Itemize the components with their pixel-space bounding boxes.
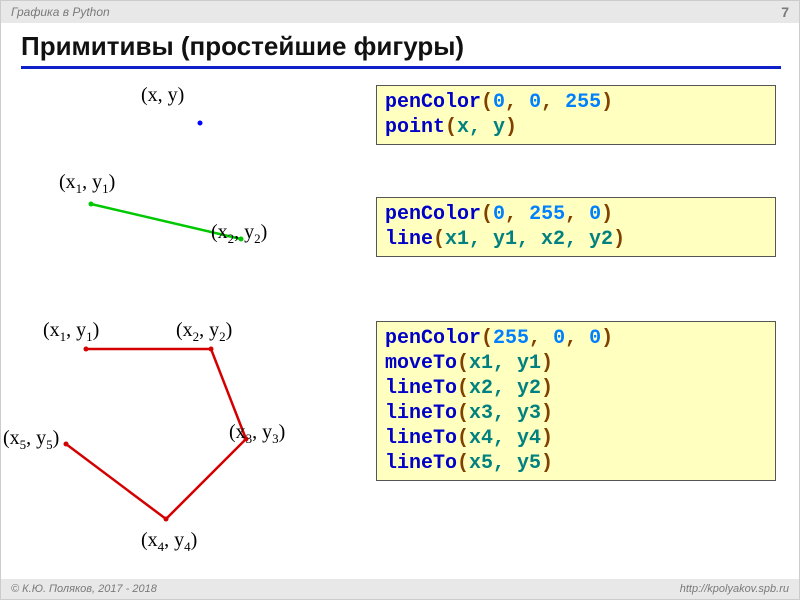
figures-panel: (x, y) (x1, y1) (x2, y2) (x1, y1) (x2, y…	[1, 79, 361, 579]
footer-url: http://kpolyakov.spb.ru	[680, 583, 789, 595]
copyright: © К.Ю. Поляков, 2017 - 2018	[11, 583, 157, 595]
code-fn: line	[385, 228, 433, 251]
code-fn: point	[385, 116, 445, 139]
code-fn: penColor	[385, 203, 481, 226]
label-poly-p4: (x4, y4)	[141, 529, 197, 555]
label-line-p2: (x2, y2)	[211, 221, 267, 247]
slide-footer: © К.Ю. Поляков, 2017 - 2018 http://kpoly…	[1, 579, 799, 599]
point-figure	[196, 119, 204, 127]
label-line-p1: (x1, y1)	[59, 171, 115, 197]
label-poly-p5: (x5, y5)	[3, 427, 59, 453]
label-poly-p2: (x2, y2)	[176, 319, 232, 345]
label-poly-p3: (x3, y3)	[229, 421, 285, 447]
course-title: Графика в Python	[11, 5, 110, 19]
slide-content: (x, y) (x1, y1) (x2, y2) (x1, y1) (x2, y…	[1, 79, 799, 579]
code-fn: lineTo	[385, 427, 457, 450]
code-fn: lineTo	[385, 402, 457, 425]
code-fn: penColor	[385, 91, 481, 114]
code-block-polyline: penColor(255, 0, 0) moveTo(x1, y1) lineT…	[376, 321, 776, 481]
page-number: 7	[781, 4, 789, 20]
slide-header: Графика в Python 7	[1, 1, 799, 23]
label-point: (x, y)	[141, 84, 184, 107]
code-fn: lineTo	[385, 452, 457, 475]
code-fn: lineTo	[385, 377, 457, 400]
label-poly-p1: (x1, y1)	[43, 319, 99, 345]
code-fn: moveTo	[385, 352, 457, 375]
code-block-point: penColor(0, 0, 255) point(x, y)	[376, 85, 776, 145]
code-fn: penColor	[385, 327, 481, 350]
code-block-line: penColor(0, 255, 0) line(x1, y1, x2, y2)	[376, 197, 776, 257]
slide-title: Примитивы (простейшие фигуры)	[21, 31, 781, 69]
